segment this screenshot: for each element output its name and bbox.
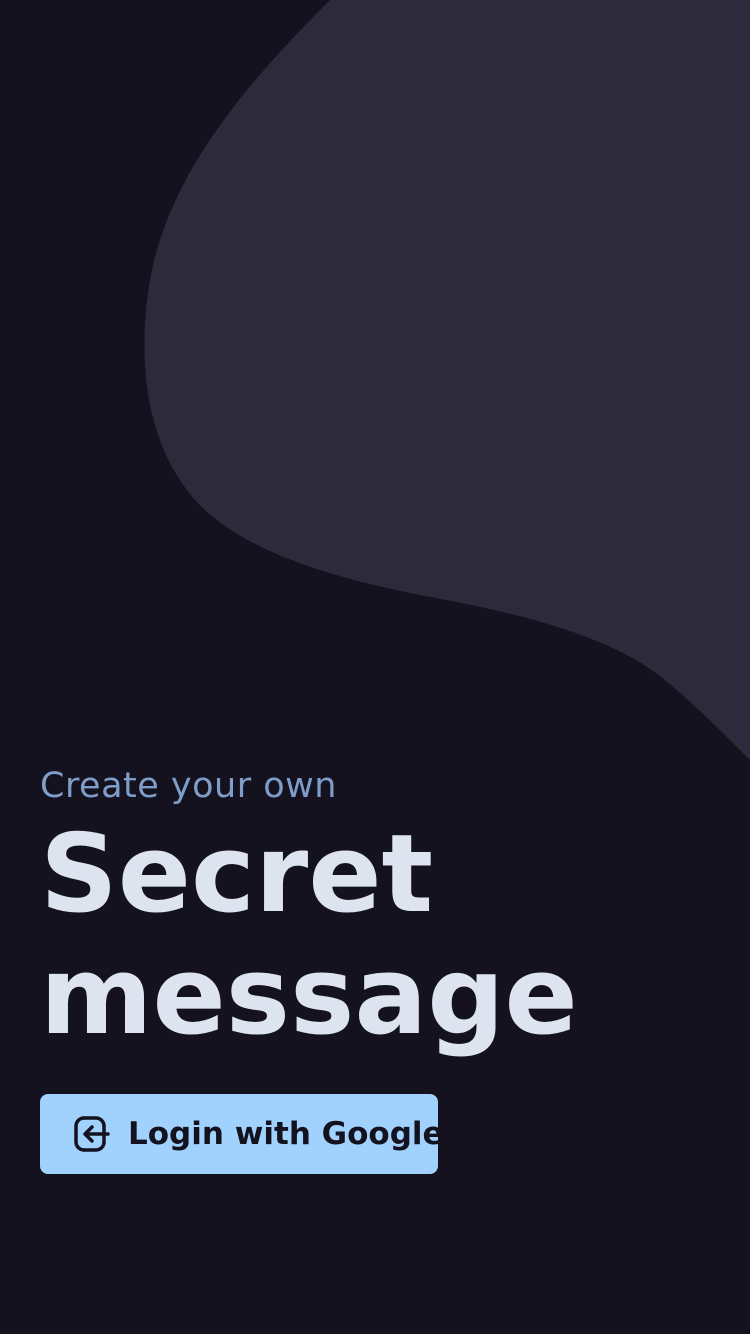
login-button-label: Login with Google (128, 1116, 444, 1152)
headline-line-1: Secret (40, 812, 434, 937)
login-with-google-button[interactable]: Login with Google (40, 1094, 444, 1174)
login-icon (74, 1116, 110, 1152)
hero-section: Create your own Secret message (40, 760, 710, 1058)
tagline: Create your own (40, 766, 337, 806)
page-title: Secret message (40, 814, 710, 1058)
headline-line-2: message (40, 934, 578, 1059)
